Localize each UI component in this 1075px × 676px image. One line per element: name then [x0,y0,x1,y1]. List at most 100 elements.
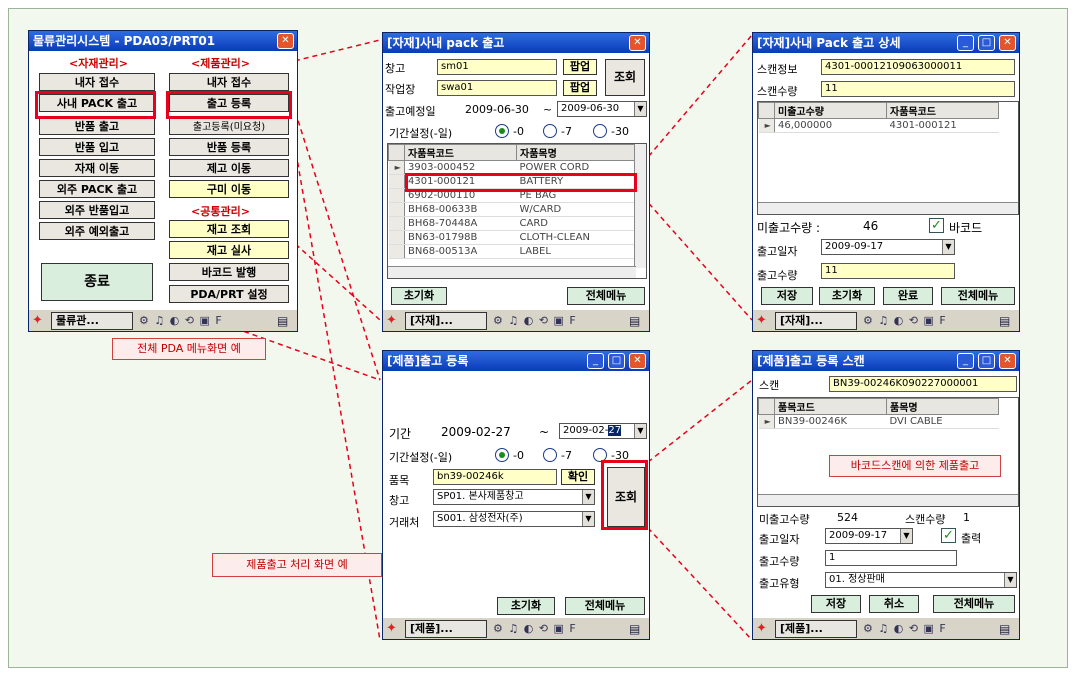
taskbar-app-button[interactable]: [자재]... [775,312,857,330]
windows-start-icon[interactable]: ✦ [386,313,402,329]
ship-qty-input[interactable]: 11 [821,263,955,279]
maximize-icon[interactable]: □ [608,353,625,369]
chevron-down-icon[interactable]: ▼ [1004,573,1016,587]
table-row[interactable]: BN68-00513A LABEL [388,244,635,259]
close-icon[interactable]: ✕ [999,35,1016,51]
horizontal-scrollbar[interactable] [388,266,636,278]
table-row[interactable]: BH68-70448A CARD [388,216,635,231]
reset-button[interactable]: 초기화 [819,287,875,305]
keyboard-icon[interactable]: ▤ [999,313,1015,329]
menu-right-btn-8[interactable]: 재고 실사 [169,241,289,259]
scan-qty-input[interactable]: 11 [821,81,1015,97]
popup-button-1[interactable]: 팝업 [563,59,597,75]
menu-left-btn-5[interactable]: 자재 이동 [39,159,155,177]
close-icon[interactable]: ✕ [629,353,646,369]
popup-button-2[interactable]: 팝업 [563,80,597,96]
keyboard-icon[interactable]: ▤ [277,313,293,329]
menu-right-btn-1[interactable]: 내자 접수 [169,73,289,91]
menu-left-btn-3[interactable]: 반품 출고 [39,117,155,135]
table-row[interactable]: BN63-01798B CLOTH-CLEAN [388,230,635,245]
query-button[interactable]: 조회 [605,59,645,96]
windows-start-icon[interactable]: ✦ [756,621,772,637]
all-menu-button[interactable]: 전체메뉴 [567,287,645,305]
radio-7[interactable] [543,124,557,138]
chevron-down-icon[interactable]: ▼ [582,490,594,504]
taskbar-app-button[interactable]: [제품]... [405,620,487,638]
section-product-label: <제품관리> [191,57,250,70]
warehouse-input[interactable]: sm01 [437,59,557,75]
radio-7[interactable] [543,448,557,462]
table-row[interactable]: ► BN39-00246K DVI CABLE [758,414,999,429]
reset-button[interactable]: 초기화 [391,287,447,305]
scan-qty-label: 스캔수량 [757,85,798,98]
chevron-down-icon[interactable]: ▼ [582,512,594,526]
save-button[interactable]: 저장 [761,287,813,305]
chevron-down-icon[interactable]: ▼ [634,102,646,116]
horizontal-scrollbar[interactable] [758,202,1018,214]
scan-info-input[interactable]: 4301-00012109063000011 [821,59,1015,75]
ship-qty-input[interactable]: 1 [825,550,957,566]
chevron-down-icon[interactable]: ▼ [634,424,646,438]
menu-left-btn-6[interactable]: 외주 PACK 출고 [39,180,155,198]
menu-right-btn-9[interactable]: 바코드 발행 [169,263,289,281]
ship-date-select[interactable]: 2009-09-17 ▼ [821,239,955,255]
menu-left-btn-8[interactable]: 외주 예외출고 [39,222,155,240]
cancel-button[interactable]: 취소 [869,595,919,613]
radio-30[interactable] [593,124,607,138]
taskbar-app-button[interactable]: [자재]... [405,312,487,330]
menu-right-btn-5[interactable]: 제고 이동 [169,159,289,177]
close-icon[interactable]: ✕ [277,33,294,49]
windows-start-icon[interactable]: ✦ [386,621,402,637]
all-menu-button[interactable]: 전체메뉴 [565,597,645,615]
reset-button[interactable]: 초기화 [497,597,555,615]
windows-start-icon[interactable]: ✦ [756,313,772,329]
ship-type-select[interactable]: 01. 정상판매 ▼ [825,572,1017,588]
complete-button[interactable]: 완료 [883,287,933,305]
all-menu-button[interactable]: 전체메뉴 [933,595,1015,613]
table-row[interactable]: ► 46,000000 4301-000121 [758,118,999,133]
taskbar-app-button[interactable]: 물류관... [51,312,133,330]
chevron-down-icon[interactable]: ▼ [900,529,912,543]
maximize-icon[interactable]: □ [978,353,995,369]
print-checkbox[interactable]: ✓ [941,528,956,543]
minimize-icon[interactable]: _ [587,353,604,369]
scan-input[interactable]: BN39-00246K090227000001 [829,376,1017,392]
menu-right-btn-4[interactable]: 반품 등록 [169,138,289,156]
vertical-scrollbar[interactable] [634,144,646,268]
menu-right-btn-10[interactable]: PDA/PRT 설정 [169,285,289,303]
taskbar-app-button[interactable]: [제품]... [775,620,857,638]
close-icon[interactable]: ✕ [629,35,646,51]
date-to-select[interactable]: 2009-02-27 ▼ [559,423,647,439]
date-to-select[interactable]: 2009-06-30 ▼ [557,101,647,117]
keyboard-icon[interactable]: ▤ [629,313,645,329]
barcode-checkbox[interactable]: ✓ [929,218,944,233]
menu-left-btn-7[interactable]: 외주 반품입고 [39,201,155,219]
keyboard-icon[interactable]: ▤ [629,621,645,637]
maximize-icon[interactable]: □ [978,35,995,51]
menu-left-btn-1[interactable]: 내자 접수 [39,73,155,91]
minimize-icon[interactable]: _ [957,35,974,51]
keyboard-icon[interactable]: ▤ [999,621,1015,637]
menu-right-btn-7[interactable]: 재고 조회 [169,220,289,238]
table-row[interactable]: BH68-00633B W/CARD [388,202,635,217]
close-icon[interactable]: ✕ [999,353,1016,369]
ship-date-select[interactable]: 2009-09-17 ▼ [825,528,913,544]
confirm-button[interactable]: 확인 [561,469,595,485]
chevron-down-icon[interactable]: ▼ [942,240,954,254]
exit-button[interactable]: 종료 [41,263,153,301]
warehouse-select[interactable]: SP01. 본사제품창고 ▼ [433,489,595,505]
item-input[interactable]: bn39-00246k [433,469,557,485]
menu-left-btn-4[interactable]: 반품 입고 [39,138,155,156]
client-select[interactable]: S001. 삼성전자(주) ▼ [433,511,595,527]
radio-0[interactable] [495,448,509,462]
radio-0[interactable] [495,124,509,138]
all-menu-button[interactable]: 전체메뉴 [941,287,1015,305]
menu-right-btn-3[interactable]: 출고등록(미요청) [169,117,289,135]
workplace-input[interactable]: swa01 [437,80,557,96]
ship-date-value: 2009-09-17 [825,241,884,252]
minimize-icon[interactable]: _ [957,353,974,369]
menu-right-btn-6[interactable]: 구미 이동 [169,180,289,198]
save-button[interactable]: 저장 [811,595,861,613]
windows-start-icon[interactable]: ✦ [32,313,48,329]
horizontal-scrollbar[interactable] [758,494,1018,506]
